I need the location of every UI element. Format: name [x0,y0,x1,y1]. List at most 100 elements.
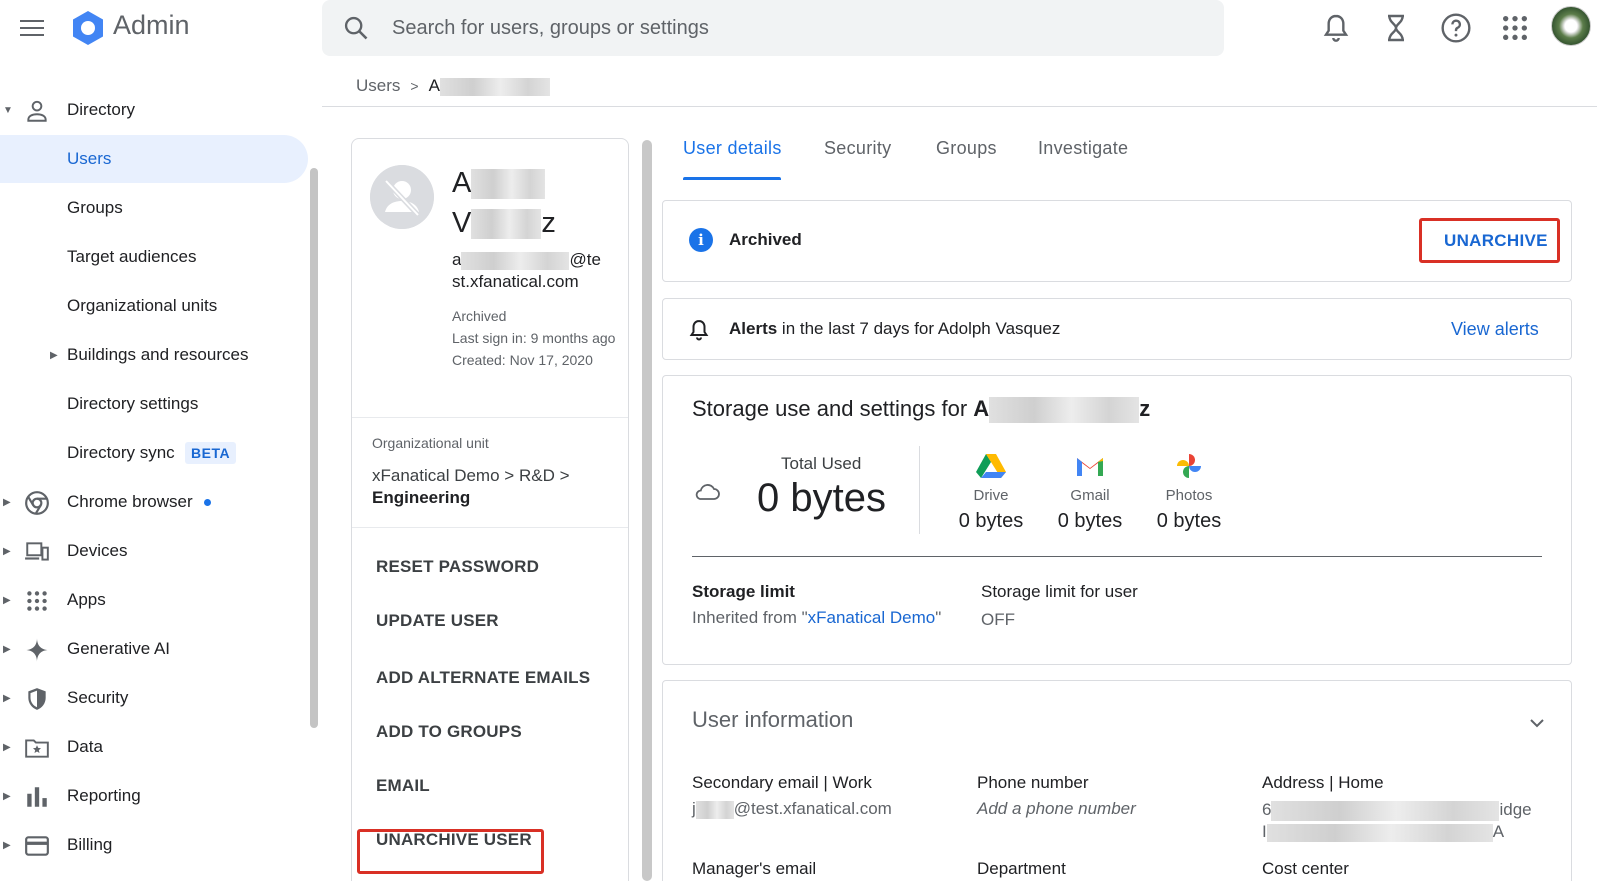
admin-logo-icon[interactable] [68,8,108,48]
top-bar: Admin [0,0,1597,56]
service-name: Gmail [1070,487,1110,504]
name-visible: z [1139,396,1151,421]
caret-down-icon[interactable]: ▼ [3,105,13,116]
value-visible: A [1492,822,1505,841]
sidebar-item-label: Directory sync [67,443,175,462]
inherited-org-link[interactable]: xFanatical Demo [808,608,936,627]
archived-label: Archived [729,230,802,249]
sidebar-item-label: Target audiences [67,247,197,266]
chevron-down-icon[interactable] [1527,713,1547,733]
sidebar-item-billing[interactable]: ▶ Billing [0,821,308,869]
account-avatar[interactable] [1551,6,1591,46]
caret-right-icon[interactable]: ▶ [3,791,11,802]
breadcrumb-users-link[interactable]: Users [356,76,400,96]
sidebar-item-label: Billing [67,835,113,854]
beta-badge: BETA [185,442,237,464]
tab-groups[interactable]: Groups [936,138,997,159]
sidebar-item-label: Organizational units [67,296,218,315]
hourglass-icon[interactable] [1380,12,1412,44]
divider [352,417,628,418]
caret-right-icon[interactable]: ▶ [3,693,11,704]
add-to-groups-button[interactable]: ADD TO GROUPS [376,722,522,742]
unarchive-user-button[interactable]: UNARCHIVE USER [376,830,532,850]
user-storage-limit-value: OFF [981,610,1015,629]
secondary-email-value: j @test.xfanatical.com [692,799,892,819]
shield-icon [28,688,46,710]
breadcrumb-current-visible: A [428,76,440,95]
sidebar-item-devices[interactable]: ▶ Devices [0,527,308,575]
caret-right-icon[interactable]: ▶ [3,497,11,508]
caret-right-icon[interactable]: ▶ [50,350,58,361]
sidebar-item-label: Data [67,737,103,756]
chrome-icon [25,491,49,515]
sparkle-icon [25,638,49,662]
help-icon[interactable] [1440,12,1472,44]
sidebar-item-chrome-browser[interactable]: ▶ Chrome browser [0,478,308,526]
caret-right-icon[interactable]: ▶ [3,595,11,606]
email-visible: a [452,250,462,269]
sidebar-item-label: Security [67,688,129,707]
sidebar-item-label: Directory [67,100,136,119]
cost-center-label: Cost center [1262,859,1349,878]
reset-password-button[interactable]: RESET PASSWORD [376,557,539,577]
search-bar[interactable] [322,0,1224,56]
person-icon [27,100,47,122]
add-phone-number-link[interactable]: Add a phone number [977,799,1136,819]
sidebar-item-generative-ai[interactable]: ▶ Generative AI [0,625,308,673]
content-scrollbar[interactable] [642,140,652,881]
notifications-icon[interactable] [1320,12,1352,44]
update-user-button[interactable]: UPDATE USER [376,611,499,631]
email-line2: st.xfanatical.com [452,272,579,291]
unarchive-button[interactable]: UNARCHIVE [1444,231,1548,251]
sidebar-item-label: Users [67,149,112,168]
sidebar-item-reporting[interactable]: ▶ Reporting [0,772,308,820]
data-folder-icon [25,739,49,758]
status-dot [204,498,211,506]
redacted-text [461,251,570,270]
archived-status-card: i Archived UNARCHIVE [662,200,1572,282]
cloud-icon [695,484,720,500]
view-alerts-link[interactable]: View alerts [1451,319,1539,340]
user-profile-card: A Vz a @te st.xfanatical.com Archived Las… [351,138,629,881]
user-storage-limit-label: Storage limit for user [981,582,1138,601]
sidebar-item-target-audiences[interactable]: Target audiences [0,233,308,281]
search-icon[interactable] [342,14,370,42]
tab-security[interactable]: Security [824,138,891,159]
sidebar-item-organizational-units[interactable]: Organizational units [0,282,308,330]
sidebar-item-users[interactable]: Users [0,135,308,183]
sidebar-item-groups[interactable]: Groups [0,184,308,232]
photos-icon [1177,454,1201,478]
caret-right-icon[interactable]: ▶ [3,546,11,557]
sidebar-item-directory[interactable]: ▼ Directory [0,86,308,134]
storage-limit-inherited: Inherited from "xFanatical Demo" [692,608,941,628]
divider [692,556,1542,557]
email-button[interactable]: EMAIL [376,776,430,796]
user-information-title: User information [692,707,854,732]
tab-investigate[interactable]: Investigate [1038,138,1128,159]
name-visible: A [973,396,990,421]
caret-right-icon[interactable]: ▶ [3,840,11,851]
divider [352,527,628,528]
path-separator: > [559,466,570,485]
sidebar-item-label: Reporting [67,786,141,805]
add-alternate-emails-button[interactable]: ADD ALTERNATE EMAILS [376,668,590,688]
menu-icon[interactable] [20,14,48,42]
sidebar-item-directory-sync[interactable]: Directory sync BETA [0,429,308,477]
sidebar-item-data[interactable]: ▶ Data [0,723,308,771]
sidebar-item-security[interactable]: ▶ Security [0,674,308,722]
org-unit-path-part: R&D [518,466,555,485]
sidebar-scrollbar[interactable] [310,168,318,728]
sidebar-item-buildings-resources[interactable]: ▶ Buildings and resources [0,331,308,379]
apps-grid-icon[interactable] [1499,12,1531,44]
sidebar-item-directory-settings[interactable]: Directory settings [0,380,308,428]
tab-user-details[interactable]: User details [683,138,782,159]
breadcrumb-current: A [429,76,550,96]
org-unit-path[interactable]: xFanatical Demo > R&D > Engineering [372,465,622,509]
sidebar-item-label: Devices [67,541,128,560]
redacted-text [471,209,542,240]
storage-title-prefix: Storage use and settings for [692,396,974,421]
search-input[interactable] [392,12,1172,44]
sidebar-item-apps[interactable]: ▶ Apps [0,576,308,624]
caret-right-icon[interactable]: ▶ [3,644,11,655]
caret-right-icon[interactable]: ▶ [3,742,11,753]
